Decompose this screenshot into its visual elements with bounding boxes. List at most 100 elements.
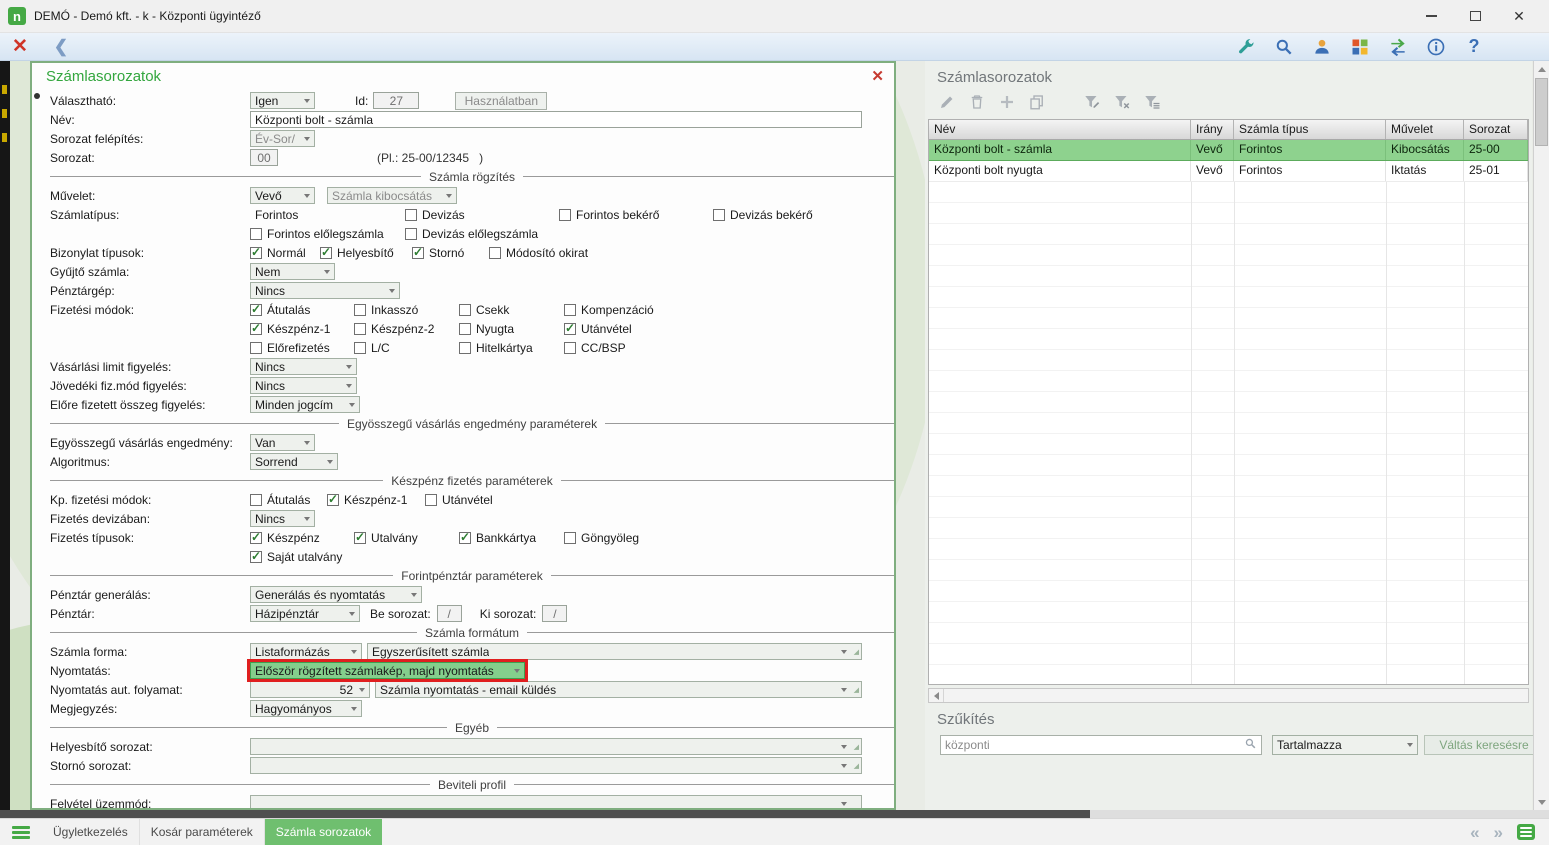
checkbox-lc[interactable]: L/C	[354, 341, 459, 355]
grid-view-icon[interactable]	[1517, 824, 1535, 840]
filter-list-icon[interactable]	[1142, 92, 1161, 111]
apps-icon[interactable]	[1349, 36, 1371, 58]
checkbox-forintos-eloleg[interactable]: Forintos előlegszámla	[250, 227, 405, 241]
checkbox-devizas[interactable]: Devizás	[405, 208, 559, 222]
szamla-forma-select[interactable]: Listaformázás	[250, 643, 362, 660]
checkbox-utanvetel[interactable]: Utánvétel	[564, 322, 632, 336]
close-icon[interactable]: ✕	[1497, 0, 1541, 33]
scroll-down-icon[interactable]	[1534, 794, 1549, 810]
nyomt-aut-number-select[interactable]: 52	[250, 681, 370, 698]
checkbox-keszpenz2[interactable]: Készpénz-2	[354, 322, 459, 336]
maximize-icon[interactable]	[1453, 0, 1497, 33]
penztar-gen-select[interactable]: Generálás és nyomtatás	[250, 586, 422, 603]
column-header-szamla-tipus[interactable]: Számla típus	[1234, 120, 1386, 139]
sorozat-input[interactable]: 00	[250, 149, 278, 166]
checkbox-helyesbito[interactable]: Helyesbítő	[320, 246, 412, 260]
checkbox-inkasszo[interactable]: Inkasszó	[354, 303, 459, 317]
fizdeviza-select[interactable]: Nincs	[250, 510, 315, 527]
copy-icon[interactable]	[1027, 92, 1046, 111]
checkbox-modosito-okirat[interactable]: Módosító okirat	[489, 246, 588, 260]
checkbox-kp-keszpenz1[interactable]: Készpénz-1	[327, 493, 425, 507]
nyomtatas-select-highlighted[interactable]: Először rögzített számlakép, majd nyomta…	[250, 662, 525, 679]
checkbox-forintos-bekero[interactable]: Forintos bekérő	[559, 208, 713, 222]
be-sorozat-input[interactable]: /	[437, 605, 462, 622]
checkbox-elorefizetes[interactable]: Előrefizetés	[250, 341, 354, 355]
radio-forintos[interactable]: Forintos	[250, 208, 405, 222]
checkbox-tip-gongyoleg[interactable]: Göngyöleg	[564, 531, 639, 545]
ki-sorozat-input[interactable]: /	[542, 605, 567, 622]
megjegyzes-select[interactable]: Hagyományos	[250, 700, 362, 717]
edit-icon[interactable]	[937, 92, 956, 111]
search-input[interactable]: központi	[940, 735, 1262, 755]
vasarlasi-limit-select[interactable]: Nincs	[250, 358, 357, 375]
checkbox-nyugta[interactable]: Nyugta	[459, 322, 564, 336]
match-mode-select[interactable]: Tartalmazza	[1272, 735, 1418, 755]
user-icon[interactable]	[1311, 36, 1333, 58]
nev-input[interactable]: Központi bolt - számla	[250, 111, 862, 128]
menu-icon[interactable]	[12, 826, 30, 839]
checkbox-devizas-eloleg[interactable]: Devizás előlegszámla	[405, 227, 538, 241]
double-chevron-left-icon[interactable]: «	[1470, 824, 1479, 841]
elore-fizetett-select[interactable]: Minden jogcím	[250, 396, 360, 413]
info-icon[interactable]	[1425, 36, 1447, 58]
close-icon[interactable]: ✕	[871, 67, 884, 85]
checkbox-tip-bankkartya[interactable]: Bankkártya	[459, 531, 564, 545]
algoritmus-select[interactable]: Sorrend	[250, 453, 338, 470]
switch-search-button[interactable]: Váltás keresésre	[1424, 735, 1544, 755]
vertical-scrollbar[interactable]	[1533, 61, 1549, 810]
minimize-icon[interactable]	[1409, 0, 1453, 33]
muvelet-select[interactable]: Vevő	[250, 187, 315, 204]
checkbox-sajat-utalvany[interactable]: Saját utalvány	[250, 550, 342, 564]
checkbox-tip-keszpenz[interactable]: Készpénz	[250, 531, 354, 545]
valaszthato-select[interactable]: Igen	[250, 92, 315, 109]
checkbox-hitelkartya[interactable]: Hitelkártya	[459, 341, 564, 355]
tools-icon[interactable]	[1235, 36, 1257, 58]
column-header-sorozat[interactable]: Sorozat	[1464, 120, 1528, 139]
penztargep-select[interactable]: Nincs	[250, 282, 400, 299]
delete-icon[interactable]	[967, 92, 986, 111]
checkbox-kp-utanvetel[interactable]: Utánvétel	[425, 493, 493, 507]
storno-sorozat-select[interactable]: ◢	[250, 757, 862, 774]
double-chevron-right-icon[interactable]: »	[1494, 824, 1503, 841]
scrollbar-thumb[interactable]	[1535, 78, 1548, 146]
sorozat-felepites-select[interactable]: Év-Sor/	[250, 130, 315, 147]
helyesbito-sorozat-select[interactable]: ◢	[250, 738, 862, 755]
scroll-up-icon[interactable]	[1534, 61, 1549, 77]
filter-edit-icon[interactable]	[1082, 92, 1101, 111]
filter-clear-icon[interactable]	[1112, 92, 1131, 111]
nyomt-aut-folyamat-select[interactable]: Számla nyomtatás - email küldés◢	[375, 681, 862, 698]
checkbox-devizas-bekero[interactable]: Devizás bekérő	[713, 208, 813, 222]
tab-ugyletkezeles[interactable]: Ügyletkezelés	[42, 819, 140, 845]
muvelet-tipus-select[interactable]: Számla kibocsátás	[327, 187, 457, 204]
back-icon[interactable]: ❮	[54, 38, 68, 55]
hasznalatban-button[interactable]: Használatban	[455, 92, 547, 110]
checkbox-kompenzacio[interactable]: Kompenzáció	[564, 303, 654, 317]
checkbox-normal[interactable]: Normál	[250, 246, 320, 260]
scrollbar-thumb[interactable]	[0, 810, 1090, 818]
checkbox-csekk[interactable]: Csekk	[459, 303, 564, 317]
table-row-selected[interactable]: Központi bolt - számla Vevő Forintos Kib…	[929, 140, 1528, 161]
szamla-forma-tipus-select[interactable]: Egyszerűsített számla◢	[367, 643, 862, 660]
tab-kosar-parameterek[interactable]: Kosár paraméterek	[140, 819, 265, 845]
column-header-irany[interactable]: Irány	[1191, 120, 1234, 139]
felvetel-uzemmod-select[interactable]	[250, 795, 862, 808]
checkbox-keszpenz1[interactable]: Készpénz-1	[250, 322, 354, 336]
close-icon[interactable]: ✕	[12, 37, 28, 56]
checkbox-storno[interactable]: Stornó	[412, 246, 489, 260]
jovedeki-select[interactable]: Nincs	[250, 377, 357, 394]
table-row[interactable]: Központi bolt nyugta Vevő Forintos Iktat…	[929, 161, 1528, 182]
transfer-icon[interactable]	[1387, 36, 1409, 58]
table-horizontal-scrollbar[interactable]	[928, 688, 1529, 703]
tab-szamla-sorozatok[interactable]: Számla sorozatok	[265, 819, 382, 845]
gyujto-select[interactable]: Nem	[250, 263, 335, 280]
add-icon[interactable]	[997, 92, 1016, 111]
penztar-select[interactable]: Házipénztár	[250, 605, 360, 622]
checkbox-ccbsp[interactable]: CC/BSP	[564, 341, 626, 355]
search-icon[interactable]	[1273, 36, 1295, 58]
checkbox-kp-atutalas[interactable]: Átutalás	[250, 493, 327, 507]
egyosszegu-select[interactable]: Van	[250, 434, 315, 451]
column-header-nev[interactable]: Név	[929, 120, 1191, 139]
help-icon[interactable]: ?	[1463, 36, 1485, 58]
horizontal-scrollbar[interactable]	[0, 810, 1549, 818]
checkbox-tip-utalvany[interactable]: Utalvány	[354, 531, 459, 545]
